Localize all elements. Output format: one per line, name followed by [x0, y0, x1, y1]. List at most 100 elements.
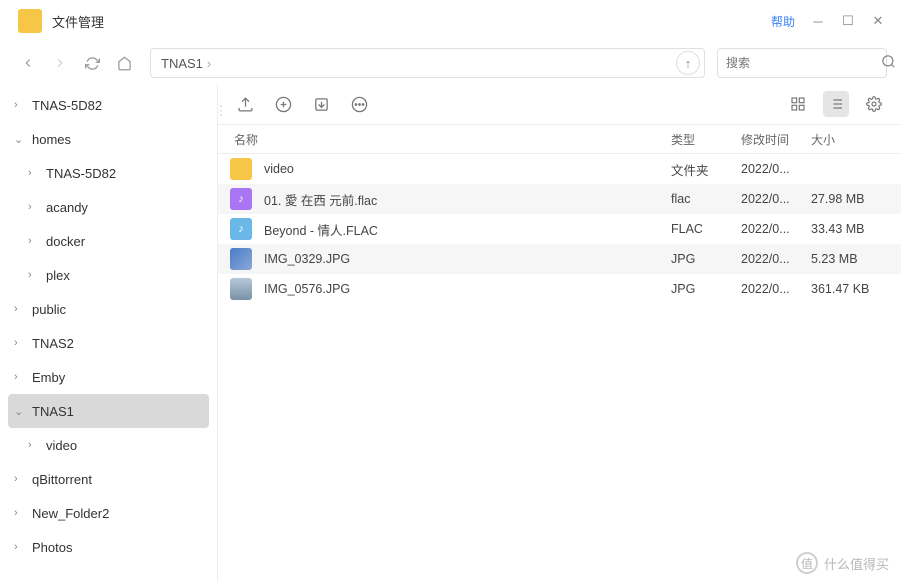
sidebar-item-homes[interactable]: ⌄homes — [0, 122, 217, 156]
minimize-button[interactable]: ─ — [803, 6, 833, 36]
sidebar-item-new_folder2[interactable]: ›New_Folder2 — [0, 496, 217, 530]
sidebar-item-tnas1[interactable]: ⌄TNAS1 — [8, 394, 209, 428]
expand-icon: ⌄ — [14, 133, 30, 146]
file-type: flac — [671, 192, 741, 206]
add-button[interactable] — [270, 91, 296, 117]
file-type: FLAC — [671, 222, 741, 236]
file-row[interactable]: IMG_0329.JPGJPG2022/0...5.23 MB — [218, 244, 901, 274]
expand-icon: › — [28, 269, 44, 281]
sidebar-item-plex[interactable]: ›plex — [0, 258, 217, 292]
sidebar-item-public[interactable]: ›public — [0, 292, 217, 326]
file-size: 27.98 MB — [811, 192, 901, 206]
sidebar-item-qbittorrent[interactable]: ›qBittorrent — [0, 462, 217, 496]
file-type: 文件夹 — [671, 160, 741, 179]
file-date: 2022/0... — [741, 162, 811, 176]
sidebar-item-label: video — [46, 438, 77, 453]
file-name: Beyond - 情人.FLAC — [264, 220, 671, 239]
sidebar-item-label: New_Folder2 — [32, 506, 109, 521]
file-date: 2022/0... — [741, 222, 811, 236]
breadcrumb-item[interactable]: TNAS1 — [161, 56, 203, 71]
file-row[interactable]: ♪ Beyond - 情人.FLACFLAC2022/0...33.43 MB — [218, 214, 901, 244]
titlebar: 文件管理 帮助 ─ ☐ ✕ — [0, 0, 901, 42]
expand-icon: › — [28, 235, 44, 247]
settings-button[interactable] — [861, 91, 887, 117]
sidebar-item-tnas2[interactable]: ›TNAS2 — [0, 326, 217, 360]
expand-icon: › — [28, 201, 44, 213]
file-name: IMG_0576.JPG — [264, 282, 671, 296]
file-date: 2022/0... — [741, 252, 811, 266]
forward-button[interactable] — [46, 49, 74, 77]
file-row[interactable]: IMG_0576.JPGJPG2022/0...361.47 KB — [218, 274, 901, 304]
task-button[interactable] — [308, 91, 334, 117]
expand-icon: › — [14, 371, 30, 383]
sidebar-resize-handle[interactable]: ⋮ — [217, 96, 225, 126]
file-row[interactable]: video文件夹2022/0... — [218, 154, 901, 184]
sidebar-item-acandy[interactable]: ›acandy — [0, 190, 217, 224]
col-type[interactable]: 类型 — [671, 131, 741, 148]
sidebar-item-photos[interactable]: ›Photos — [0, 530, 217, 564]
sidebar-item-docker[interactable]: ›docker — [0, 224, 217, 258]
file-date: 2022/0... — [741, 282, 811, 296]
expand-icon: › — [14, 473, 30, 485]
watermark-logo: 值 — [796, 552, 818, 574]
sidebar-item-label: Emby — [32, 370, 65, 385]
sidebar-item-label: TNAS-5D82 — [32, 98, 102, 113]
sidebar-item-label: TNAS-5D82 — [46, 166, 116, 181]
main-panel: 名称 类型 修改时间 大小 video文件夹2022/0...♪01. 愛 在西… — [218, 84, 901, 582]
sidebar-item-label: homes — [32, 132, 71, 147]
expand-icon: › — [14, 507, 30, 519]
chevron-right-icon: › — [207, 56, 211, 71]
expand-icon: › — [14, 99, 30, 111]
sidebar-item-label: plex — [46, 268, 70, 283]
refresh-button[interactable] — [78, 49, 106, 77]
expand-icon: › — [14, 541, 30, 553]
file-size: 33.43 MB — [811, 222, 901, 236]
sidebar-item-tnas-5d82[interactable]: ›TNAS-5D82 — [0, 156, 217, 190]
file-type: JPG — [671, 282, 741, 296]
app-folder-icon — [18, 9, 42, 33]
sidebar-item-label: TNAS1 — [32, 404, 74, 419]
help-link[interactable]: 帮助 — [771, 13, 795, 30]
file-row[interactable]: ♪01. 愛 在西 元前.flacflac2022/0...27.98 MB — [218, 184, 901, 214]
file-icon: ♪ — [230, 218, 252, 240]
expand-icon: › — [28, 167, 44, 179]
file-name: video — [264, 162, 671, 176]
col-name[interactable]: 名称 — [218, 131, 671, 148]
search-input[interactable] — [726, 56, 881, 70]
col-date[interactable]: 修改时间 — [741, 131, 811, 148]
search-box[interactable] — [717, 48, 887, 78]
expand-icon: › — [14, 303, 30, 315]
sidebar-item-video[interactable]: ›video — [0, 428, 217, 462]
file-type: JPG — [671, 252, 741, 266]
watermark-text: 什么值得买 — [824, 554, 889, 573]
maximize-button[interactable]: ☐ — [833, 6, 863, 36]
expand-icon: › — [28, 439, 44, 451]
file-size: 5.23 MB — [811, 252, 901, 266]
grid-view-button[interactable] — [785, 91, 811, 117]
list-view-button[interactable] — [823, 91, 849, 117]
expand-icon: ⌄ — [14, 405, 30, 418]
upload-button[interactable] — [232, 91, 258, 117]
file-date: 2022/0... — [741, 192, 811, 206]
more-button[interactable] — [346, 91, 372, 117]
sidebar-item-label: docker — [46, 234, 85, 249]
sidebar-item-label: Photos — [32, 540, 72, 555]
file-icon — [230, 248, 252, 270]
expand-icon: › — [14, 337, 30, 349]
up-button[interactable]: ↑ — [676, 51, 700, 75]
col-size[interactable]: 大小 — [811, 131, 901, 148]
sidebar-item-tnas-5d82[interactable]: ›TNAS-5D82 — [0, 88, 217, 122]
file-name: IMG_0329.JPG — [264, 252, 671, 266]
sidebar-item-label: acandy — [46, 200, 88, 215]
breadcrumb[interactable]: TNAS1 › ↑ — [150, 48, 705, 78]
table-header: 名称 类型 修改时间 大小 — [218, 124, 901, 154]
file-name: 01. 愛 在西 元前.flac — [264, 190, 671, 209]
sidebar-item-label: qBittorrent — [32, 472, 92, 487]
app-title: 文件管理 — [52, 12, 104, 31]
watermark: 值 什么值得买 — [796, 552, 889, 574]
back-button[interactable] — [14, 49, 42, 77]
sidebar-item-emby[interactable]: ›Emby — [0, 360, 217, 394]
close-button[interactable]: ✕ — [863, 6, 893, 36]
file-icon — [230, 158, 252, 180]
home-button[interactable] — [110, 49, 138, 77]
